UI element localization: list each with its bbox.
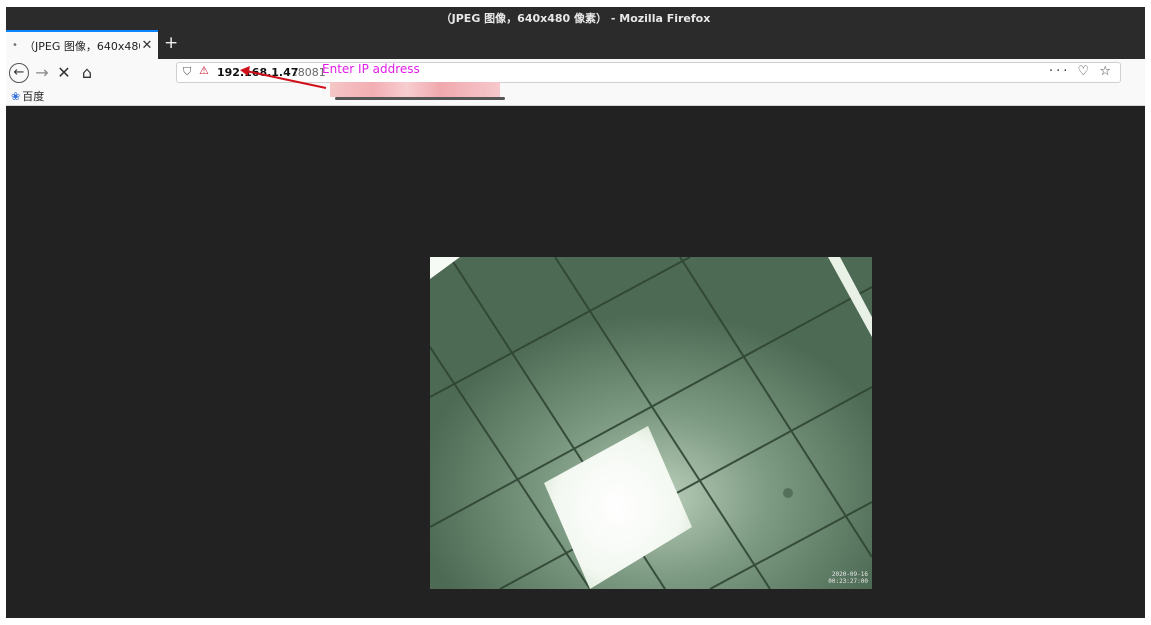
url-actions: ··· ♡ ☆ [1049, 64, 1114, 79]
stop-button[interactable]: ✕ [56, 63, 72, 83]
tab-loading-icon: • [12, 40, 18, 51]
url-host-text: 192.168.1.47 [217, 66, 299, 79]
pocket-icon[interactable]: ♡ [1078, 64, 1093, 79]
redaction-blur [330, 82, 500, 97]
redaction-shadow [335, 97, 505, 100]
back-button[interactable]: ← [9, 63, 29, 83]
image-viewer-content: 2020-09-16 00:23:27:00 [6, 106, 1145, 618]
annotation-label: Enter IP address [322, 62, 420, 76]
firefox-window: （JPEG 图像，640x480 像素） - Mozilla Firefox •… [6, 7, 1145, 618]
shield-icon[interactable]: ⛉ [183, 65, 191, 79]
baidu-paw-icon: ❀ [11, 90, 21, 103]
bookmark-star-icon[interactable]: ☆ [1099, 64, 1114, 79]
navigation-toolbar: ← → ✕ ⌂ ⛉ ⚠ 192.168.1.47 :8081 ··· ♡ ☆ [6, 59, 1145, 87]
window-titlebar: （JPEG 图像，640x480 像素） - Mozilla Firefox [6, 7, 1145, 30]
bookmarks-toolbar: ❀ 百度 [6, 87, 1145, 106]
address-bar[interactable]: ⛉ ⚠ 192.168.1.47 :8081 ··· ♡ ☆ [176, 62, 1121, 83]
tab-title: （JPEG 图像，640x480 像 [24, 39, 140, 53]
new-tab-button[interactable]: + [164, 33, 178, 53]
home-button[interactable]: ⌂ [79, 63, 95, 83]
bookmark-label: 百度 [22, 90, 45, 103]
close-icon[interactable]: ✕ [140, 38, 154, 53]
forward-button[interactable]: → [34, 63, 50, 83]
tab-jpeg-image[interactable]: • （JPEG 图像，640x480 像 ✕ [6, 30, 158, 59]
url-port-text: :8081 [294, 66, 326, 79]
page-actions-icon[interactable]: ··· [1049, 64, 1070, 79]
tab-strip: • （JPEG 图像，640x480 像 ✕ + [6, 30, 1145, 59]
image-timestamp: 2020-09-16 00:23:27:00 [828, 571, 868, 585]
bookmark-item[interactable]: ❀ 百度 [11, 88, 44, 104]
camera-image: 2020-09-16 00:23:27:00 [430, 257, 872, 589]
insecure-connection-icon[interactable]: ⚠ [199, 64, 209, 77]
ceiling-photo [430, 257, 872, 589]
